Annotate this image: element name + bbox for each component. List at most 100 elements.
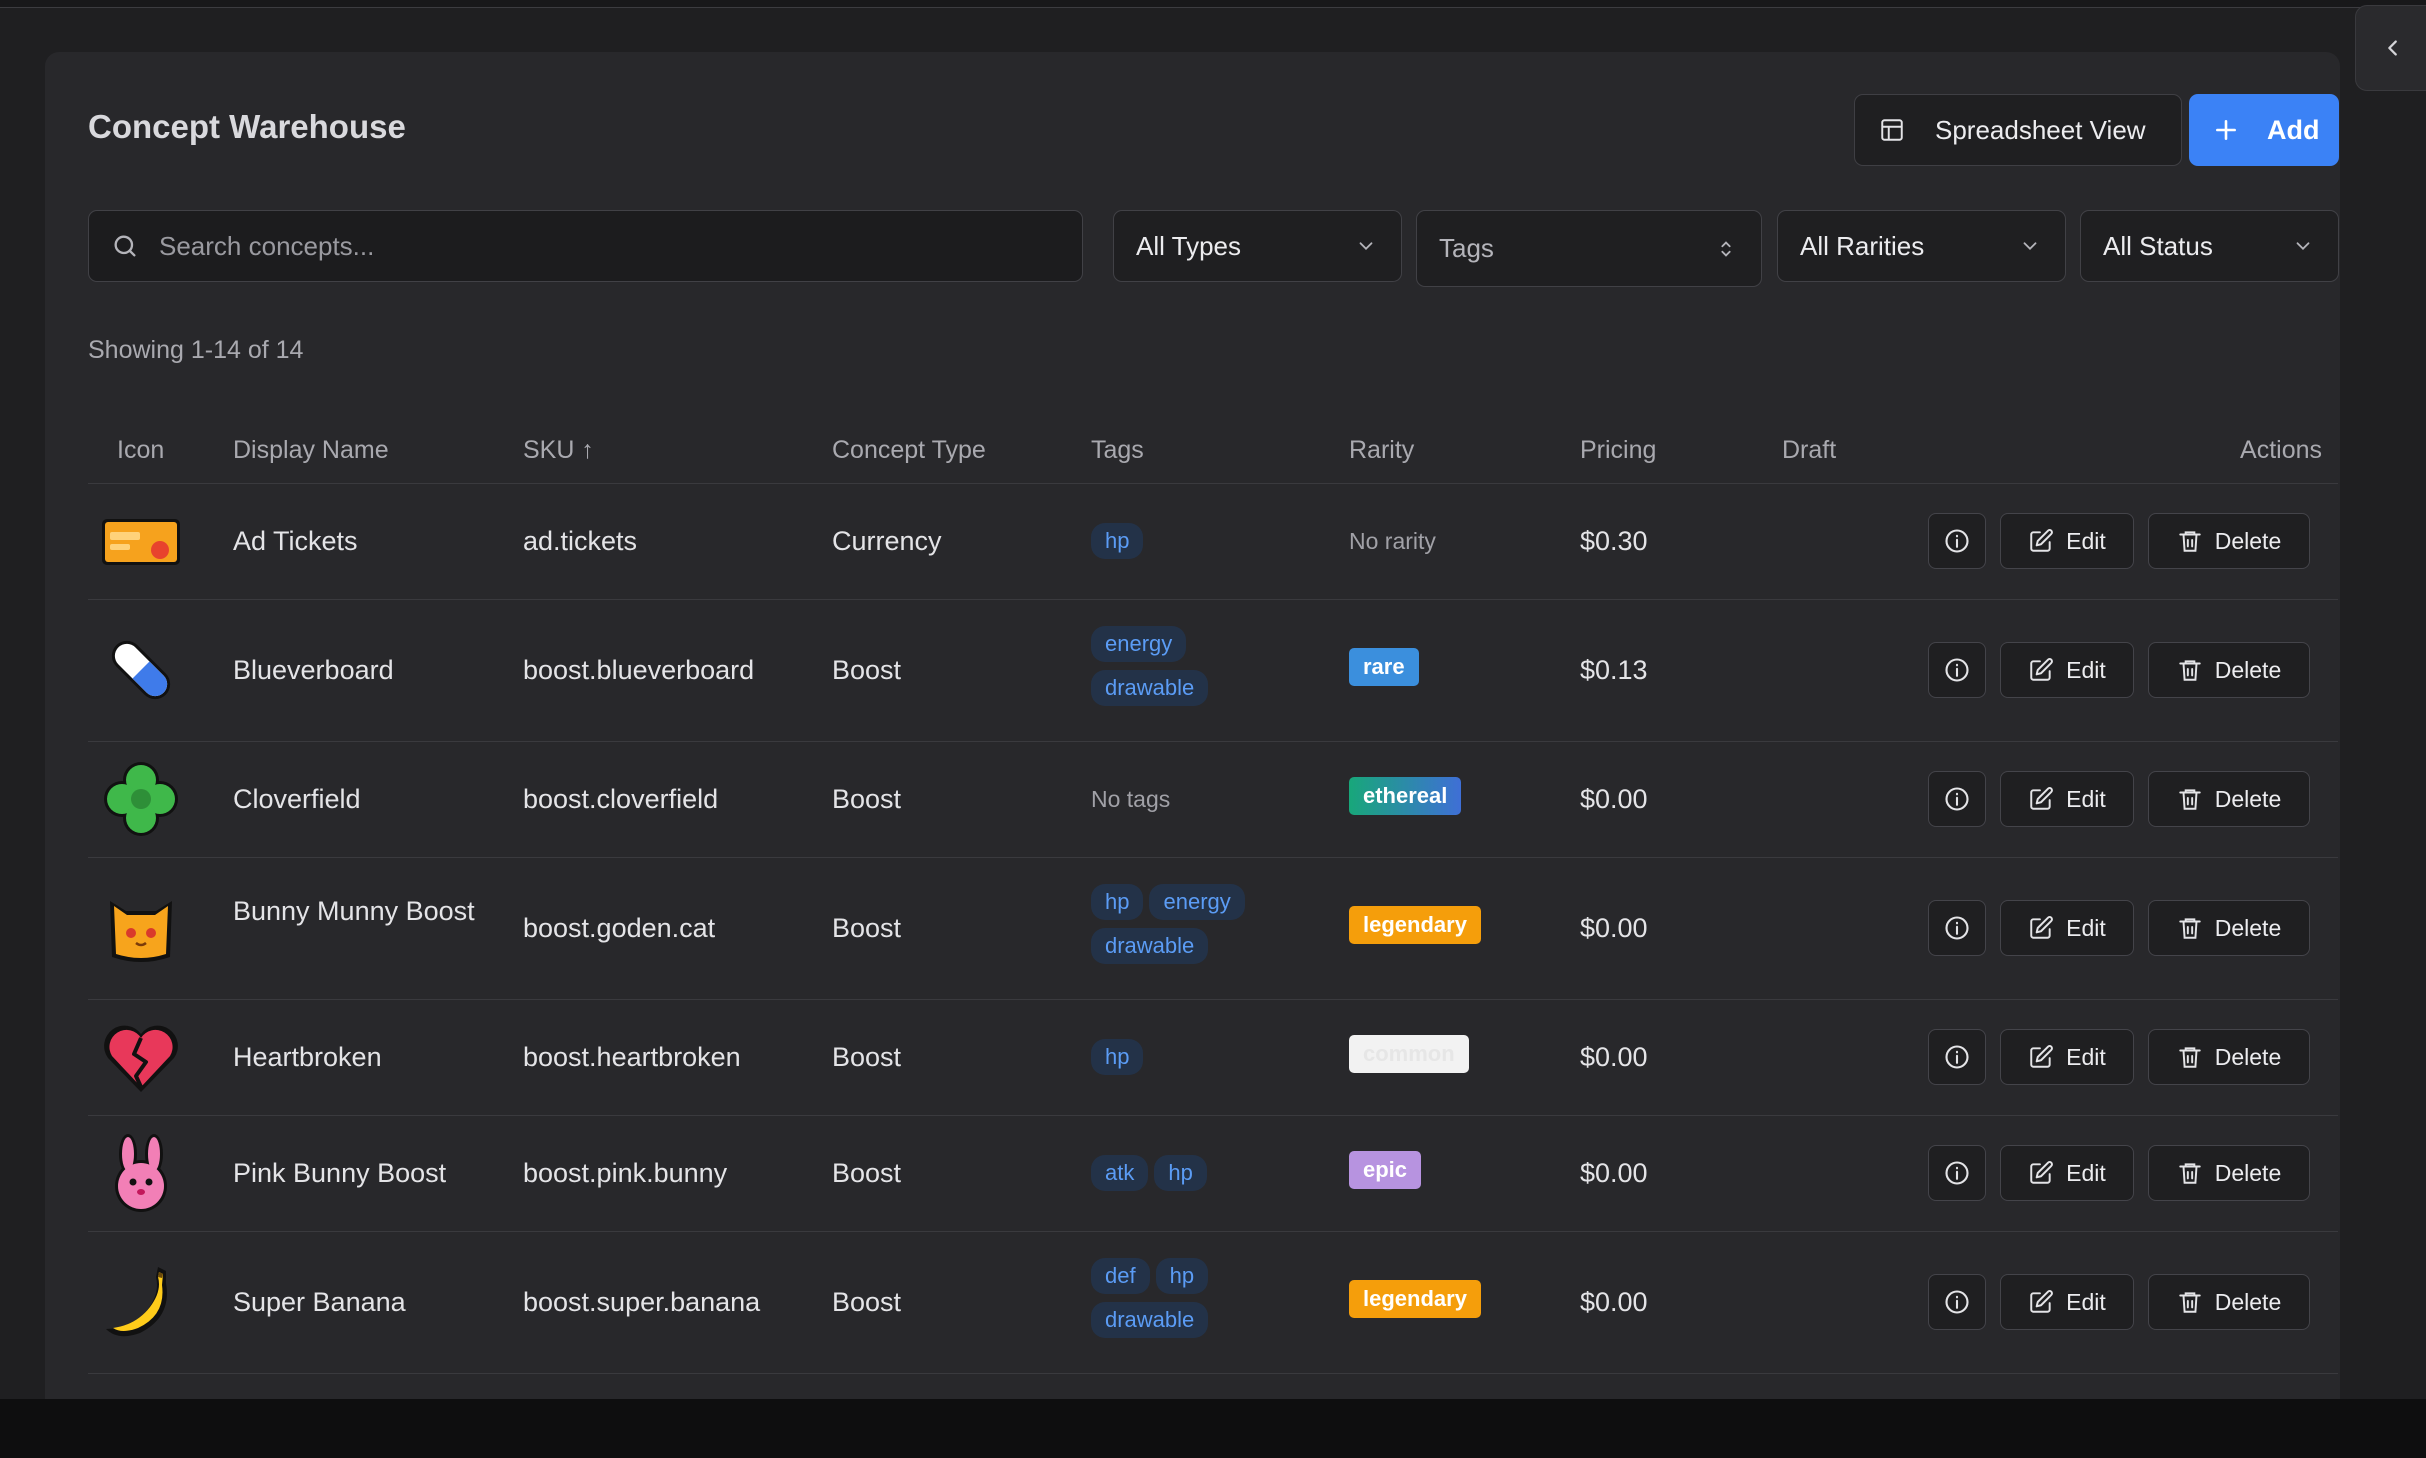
trash-icon [2179, 789, 2201, 810]
rarity-placeholder: No rarity [1349, 528, 1436, 554]
sku: ad.tickets [523, 526, 638, 556]
chevron-down-icon [2296, 242, 2310, 251]
clover-icon [100, 758, 182, 840]
edit-button[interactable]: Edit [2000, 771, 2134, 827]
search-field[interactable] [88, 210, 1083, 282]
row-actions: Edit Delete [1928, 900, 2310, 956]
price: $0.30 [1580, 526, 1648, 556]
col-pricing[interactable]: Pricing [1580, 436, 1656, 465]
tags-cell: atk hp [1091, 1155, 1213, 1199]
rarity-cell: legendary [1349, 1280, 1481, 1318]
table-row: Blueverboard boost.blueverboard Boost en… [88, 599, 2338, 742]
concept-warehouse-panel: Concept Warehouse Spreadsheet View Add A… [45, 52, 2340, 1452]
info-button[interactable] [1928, 1145, 1986, 1201]
rarity-badge: rare [1349, 648, 1419, 686]
tags-cell: hp energy drawable [1091, 884, 1291, 972]
delete-label: Delete [2214, 1159, 2282, 1186]
rarity-filter-select[interactable]: All Rarities [1777, 210, 2066, 282]
bunny-icon [100, 1132, 182, 1214]
search-input[interactable] [157, 229, 1041, 263]
table-header: Icon Display Name SKU ↑ Concept Type Tag… [88, 412, 2338, 484]
edit-button[interactable]: Edit [2000, 1145, 2134, 1201]
type-filter-value: All Types [1136, 230, 1242, 261]
banana-icon [100, 1261, 182, 1343]
info-button[interactable] [1928, 1274, 1986, 1330]
rarity-badge: epic [1349, 1151, 1422, 1189]
info-button[interactable] [1928, 1029, 1986, 1085]
delete-button[interactable]: Delete [2148, 513, 2310, 569]
table-row: Ad Tickets ad.tickets Currency hp No rar… [88, 483, 2338, 600]
edit-button[interactable]: Edit [2000, 1029, 2134, 1085]
chevron-down-icon [2023, 242, 2037, 251]
concept-type: Boost [832, 913, 902, 943]
display-name: Cloverfield [233, 784, 361, 814]
type-filter-select[interactable]: All Types [1113, 210, 1402, 282]
collapse-panel-button[interactable] [2355, 5, 2426, 91]
display-name: Bunny Munny Boost [233, 896, 475, 926]
edit-icon [2030, 529, 2054, 552]
edit-icon [2030, 787, 2054, 810]
info-button[interactable] [1928, 642, 1986, 698]
trash-icon [2179, 1163, 2201, 1184]
delete-label: Delete [2214, 914, 2282, 941]
tags-cell: def hp drawable [1091, 1258, 1291, 1346]
cat-icon [100, 887, 182, 969]
sku: boost.cloverfield [523, 784, 719, 814]
concept-type: Currency [832, 526, 942, 556]
edit-label: Edit [2066, 785, 2106, 812]
row-actions: Edit Delete [1928, 1274, 2310, 1330]
delete-button[interactable]: Delete [2148, 642, 2310, 698]
tag-chip: hp [1091, 884, 1144, 920]
info-icon [1945, 916, 1969, 940]
rarity-badge: legendary [1349, 1280, 1481, 1318]
table-row: Heartbroken boost.heartbroken Boost hp c… [88, 999, 2338, 1116]
delete-button[interactable]: Delete [2148, 1274, 2310, 1330]
row-actions: Edit Delete [1928, 771, 2310, 827]
edit-button[interactable]: Edit [2000, 900, 2134, 956]
rarity-badge: ethereal [1349, 777, 1462, 815]
col-sku[interactable]: SKU ↑ [523, 436, 594, 465]
col-concept-type[interactable]: Concept Type [832, 436, 986, 465]
delete-button[interactable]: Delete [2148, 1145, 2310, 1201]
sku: boost.super.banana [523, 1287, 761, 1317]
col-rarity[interactable]: Rarity [1349, 436, 1414, 465]
price: $0.00 [1580, 1158, 1648, 1188]
add-button[interactable]: Add [2189, 94, 2339, 166]
concept-type: Boost [832, 1158, 902, 1188]
delete-button[interactable]: Delete [2148, 900, 2310, 956]
edit-button[interactable]: Edit [2000, 513, 2134, 569]
edit-button[interactable]: Edit [2000, 642, 2134, 698]
info-icon [1945, 1290, 1969, 1314]
status-filter-select[interactable]: All Status [2080, 210, 2339, 282]
info-icon [1945, 658, 1969, 682]
trash-icon [2179, 660, 2201, 681]
delete-button[interactable]: Delete [2148, 1029, 2310, 1085]
edit-label: Edit [2066, 656, 2106, 683]
delete-label: Delete [2214, 785, 2282, 812]
spreadsheet-view-button[interactable]: Spreadsheet View [1854, 94, 2182, 166]
tag-chip: atk [1091, 1155, 1149, 1191]
info-button[interactable] [1928, 513, 1986, 569]
chevron-left-icon [2388, 40, 2397, 56]
tags-filter-select[interactable]: Tags [1416, 210, 1762, 287]
display-name: Pink Bunny Boost [233, 1158, 447, 1188]
trash-icon [2179, 918, 2201, 939]
display-name: Blueverboard [233, 655, 394, 685]
info-button[interactable] [1928, 900, 1986, 956]
delete-button[interactable]: Delete [2148, 771, 2310, 827]
concept-type: Boost [832, 1287, 902, 1317]
tags-cell: hp [1091, 1039, 1149, 1083]
rarity-filter-value: All Rarities [1800, 230, 1925, 261]
delete-label: Delete [2214, 527, 2282, 554]
bottom-bar [0, 1399, 2426, 1458]
rarity-badge: common [1349, 1035, 1469, 1073]
price: $0.13 [1580, 655, 1648, 685]
edit-label: Edit [2066, 527, 2106, 554]
tags-cell: energy drawable [1091, 626, 1291, 714]
window-top-border [0, 0, 2426, 8]
info-icon [1945, 1161, 1969, 1185]
info-button[interactable] [1928, 771, 1986, 827]
col-display-name[interactable]: Display Name [233, 436, 389, 465]
edit-button[interactable]: Edit [2000, 1274, 2134, 1330]
edit-label: Edit [2066, 1288, 2106, 1315]
